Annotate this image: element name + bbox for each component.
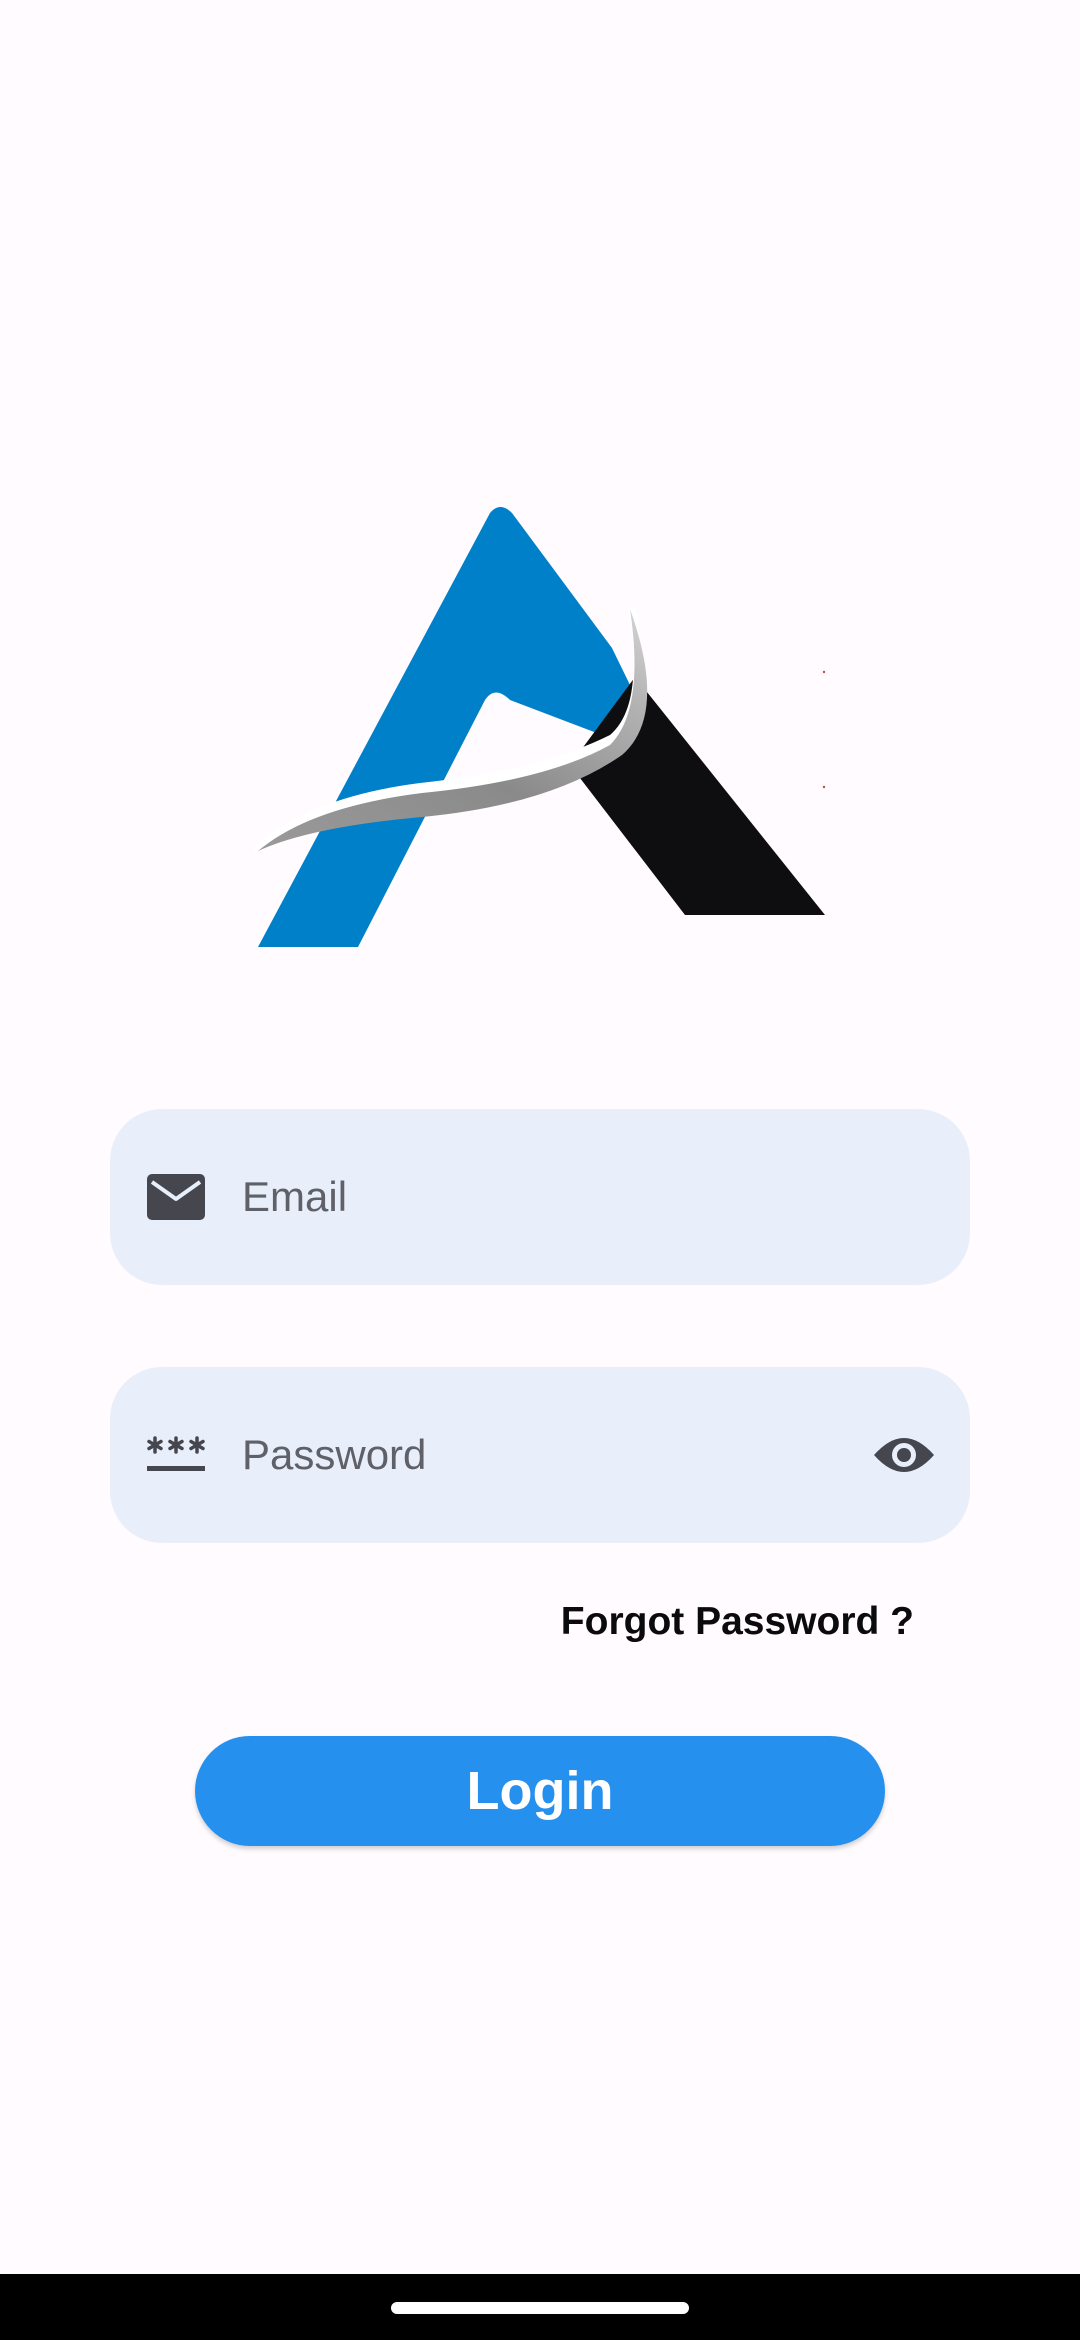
brand-a-logo-icon bbox=[254, 507, 826, 947]
eye-icon[interactable] bbox=[868, 1419, 940, 1491]
password-input[interactable] bbox=[242, 1367, 842, 1543]
email-icon bbox=[146, 1167, 206, 1227]
password-icon bbox=[146, 1425, 206, 1485]
brand-logo bbox=[250, 505, 830, 950]
forgot-password-link[interactable]: Forgot Password ? bbox=[561, 1600, 914, 1644]
email-input[interactable] bbox=[242, 1109, 842, 1285]
home-gesture-handle[interactable] bbox=[391, 2302, 689, 2314]
status-bar bbox=[0, 0, 1080, 150]
email-field-container[interactable] bbox=[110, 1109, 970, 1285]
navigation-bar bbox=[0, 2274, 1080, 2340]
password-field-container[interactable] bbox=[110, 1367, 970, 1543]
login-button[interactable]: Login bbox=[195, 1736, 885, 1846]
